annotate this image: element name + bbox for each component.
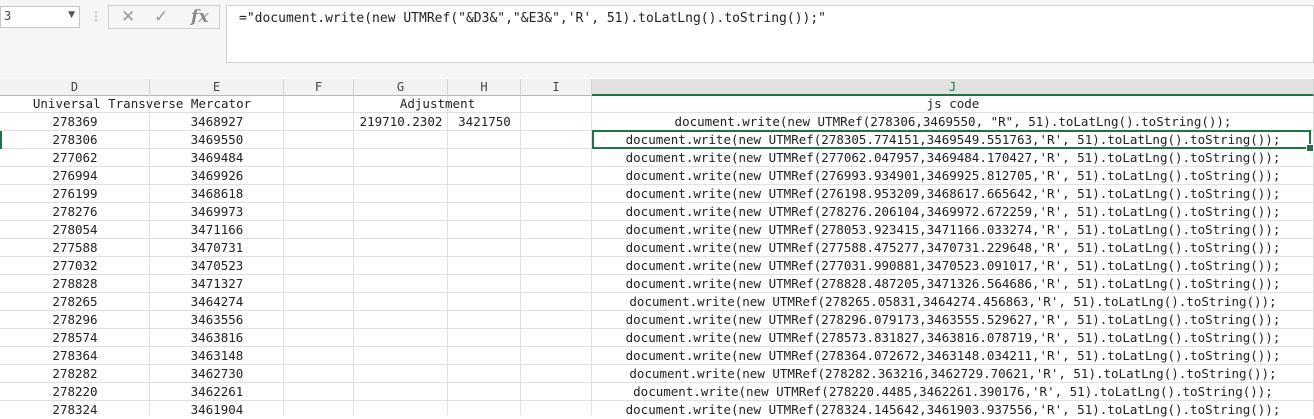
cell-j[interactable]: document.write(new UTMRef(276993.934901,… — [592, 167, 1314, 185]
cell-e[interactable]: 3469550 — [150, 131, 284, 149]
cell-e[interactable]: 3469484 — [150, 149, 284, 167]
cell-js-header[interactable]: js code — [592, 95, 1314, 113]
cell-d[interactable]: 278364 — [0, 347, 150, 365]
cell-e[interactable]: 3464274 — [150, 293, 284, 311]
column-header-e[interactable]: E — [150, 79, 284, 96]
column-header-f[interactable]: F — [284, 79, 354, 96]
cell-j-adjust[interactable]: document.write(new UTMRef(278306,3469550… — [592, 113, 1314, 131]
cell-j[interactable]: document.write(new UTMRef(278053.923415,… — [592, 221, 1314, 239]
cell-d[interactable]: 278276 — [0, 203, 150, 221]
fill-handle[interactable] — [1306, 144, 1314, 152]
cell-d[interactable]: 277588 — [0, 239, 150, 257]
cell-d[interactable]: 277062 — [0, 149, 150, 167]
cell-j[interactable]: document.write(new UTMRef(278573.831827,… — [592, 329, 1314, 347]
name-box-value: 3 — [4, 9, 12, 23]
cell-e[interactable]: 3469926 — [150, 167, 284, 185]
column-header-h[interactable]: H — [448, 79, 521, 96]
cell-d[interactable]: 278054 — [0, 221, 150, 239]
column-header-j[interactable]: J — [592, 79, 1314, 96]
cell-j[interactable]: document.write(new UTMRef(276198.953209,… — [592, 185, 1314, 203]
cell-d[interactable]: 278296 — [0, 311, 150, 329]
cancel-icon[interactable]: ✕ — [121, 7, 135, 27]
cell-d[interactable]: 277032 — [0, 257, 150, 275]
cell-e-adjust[interactable]: 3468927 — [150, 113, 284, 131]
drag-handle-icon[interactable]: ⋮ — [90, 9, 102, 23]
cell-adjustment-header[interactable]: Adjustment — [354, 95, 521, 113]
formula-text: ="document.write(new UTMRef("&D3&","&E3&… — [239, 11, 826, 26]
cell-j[interactable]: document.write(new UTMRef(278282.363216,… — [592, 365, 1314, 383]
cell-d-adjust[interactable]: 278369 — [0, 113, 150, 131]
cell-d[interactable]: 278282 — [0, 365, 150, 383]
chevron-down-icon[interactable]: ▼ — [68, 10, 75, 20]
check-icon[interactable]: ✓ — [154, 7, 168, 27]
cell-e[interactable]: 3468618 — [150, 185, 284, 203]
cell-j[interactable]: document.write(new UTMRef(278324.145642,… — [592, 401, 1314, 419]
cell-e[interactable]: 3463148 — [150, 347, 284, 365]
formula-buttons: ✕ ✓ fx — [108, 5, 220, 29]
cell-e[interactable]: 3462261 — [150, 383, 284, 401]
cell-j[interactable]: document.write(new UTMRef(278276.206104,… — [592, 203, 1314, 221]
cell-h-adjust[interactable]: 3421750 — [448, 113, 521, 131]
cell-j[interactable]: document.write(new UTMRef(278220.4485,34… — [592, 383, 1314, 401]
cell-j[interactable]: document.write(new UTMRef(277031.990881,… — [592, 257, 1314, 275]
cell-j[interactable]: document.write(new UTMRef(277588.475277,… — [592, 239, 1314, 257]
cell-j[interactable]: document.write(new UTMRef(278828.487205,… — [592, 275, 1314, 293]
cell-d[interactable]: 278220 — [0, 383, 150, 401]
cell-j[interactable]: document.write(new UTMRef(277062.047957,… — [592, 149, 1314, 167]
column-header-g[interactable]: G — [354, 79, 448, 96]
cell-e[interactable]: 3471166 — [150, 221, 284, 239]
name-box[interactable]: 3 ▼ — [0, 6, 80, 28]
cell-e[interactable]: 3470523 — [150, 257, 284, 275]
cell-d[interactable]: 276199 — [0, 185, 150, 203]
selected-cell-j3[interactable] — [592, 130, 1311, 149]
column-header-d[interactable]: D — [0, 79, 150, 96]
cell-d[interactable]: 278828 — [0, 275, 150, 293]
cell-d[interactable]: 276994 — [0, 167, 150, 185]
cell-g-adjust[interactable]: 219710.2302 — [354, 113, 448, 131]
insert-function-icon[interactable]: fx — [191, 7, 208, 27]
active-row-marker — [0, 131, 2, 149]
formula-toolbar: 3 ▼ ⋮ ✕ ✓ fx ="document.write(new UTMRef… — [0, 0, 1314, 78]
cell-e[interactable]: 3463816 — [150, 329, 284, 347]
cell-e[interactable]: 3469973 — [150, 203, 284, 221]
cell-e[interactable]: 3470731 — [150, 239, 284, 257]
cell-e[interactable]: 3462730 — [150, 365, 284, 383]
formula-input[interactable]: ="document.write(new UTMRef("&D3&","&E3&… — [226, 5, 1314, 63]
column-header-i[interactable]: I — [521, 79, 592, 96]
cell-d[interactable]: 278574 — [0, 329, 150, 347]
cell-utm-header[interactable]: Universal Transverse Mercator — [0, 95, 284, 113]
cell-j[interactable]: document.write(new UTMRef(278296.079173,… — [592, 311, 1314, 329]
cell-e[interactable]: 3463556 — [150, 311, 284, 329]
cell-d[interactable]: 278265 — [0, 293, 150, 311]
cell-e[interactable]: 3471327 — [150, 275, 284, 293]
cell-j[interactable]: document.write(new UTMRef(278265.05831,3… — [592, 293, 1314, 311]
cell-j[interactable]: document.write(new UTMRef(278364.072672,… — [592, 347, 1314, 365]
cell-e[interactable]: 3461904 — [150, 401, 284, 419]
cell-d[interactable]: 278306 — [0, 131, 150, 149]
cell-d[interactable]: 278324 — [0, 401, 150, 419]
